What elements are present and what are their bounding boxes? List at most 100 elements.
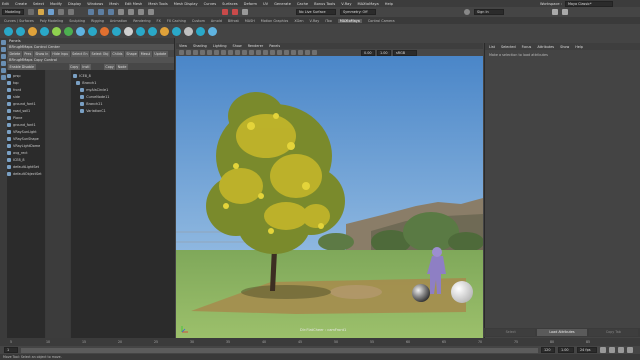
lasso-tool-icon[interactable] bbox=[1, 47, 6, 52]
rotate-tool-icon[interactable] bbox=[1, 68, 6, 73]
go-to-end-icon[interactable] bbox=[627, 347, 633, 353]
shelf-tab[interactable]: Motion Graphics bbox=[261, 19, 289, 23]
play-forward-icon[interactable] bbox=[618, 347, 624, 353]
attribute-menu-item[interactable]: List bbox=[489, 45, 495, 49]
outliner-item[interactable]: front bbox=[7, 86, 45, 93]
shelf-tab[interactable]: Sculpting bbox=[69, 19, 85, 23]
snap-grid-icon[interactable] bbox=[118, 9, 124, 15]
isolate-select-icon[interactable] bbox=[305, 50, 310, 55]
snap-curve-icon[interactable] bbox=[128, 9, 134, 15]
shelf-tool-icon[interactable] bbox=[124, 26, 133, 36]
outliner-item[interactable]: VRaySunShape bbox=[7, 135, 45, 142]
outliner-item[interactable]: avg_rect bbox=[7, 149, 45, 156]
new-scene-icon[interactable] bbox=[28, 9, 34, 15]
shelf-tool-icon[interactable] bbox=[88, 26, 97, 36]
shelf-tab[interactable]: iToo bbox=[325, 19, 332, 23]
menu-item[interactable]: Edit bbox=[2, 2, 9, 6]
attribute-menu-item[interactable]: Attributes bbox=[537, 45, 554, 49]
scale-tool-icon[interactable] bbox=[1, 75, 6, 80]
menu-item[interactable]: MAXtoMaya bbox=[358, 2, 379, 6]
select-by-hierarchy-icon[interactable] bbox=[88, 9, 94, 15]
snap-view-icon[interactable] bbox=[148, 9, 154, 15]
modeling-toolkit-icon[interactable] bbox=[552, 9, 558, 15]
mode-dropdown[interactable]: Modeling bbox=[2, 9, 24, 15]
menu-item[interactable]: Bonus Tools bbox=[314, 2, 335, 6]
shelf-tab[interactable]: FX Caching bbox=[167, 19, 186, 23]
viewport-menu-item[interactable]: Show bbox=[233, 44, 242, 48]
menu-item[interactable]: V-Ray bbox=[341, 2, 351, 6]
viewport-menu-item[interactable]: Shading bbox=[193, 44, 207, 48]
shelf-tab[interactable]: Rendering bbox=[133, 19, 150, 23]
safe-action-icon[interactable] bbox=[242, 50, 247, 55]
shelf-tab[interactable]: V-Ray bbox=[310, 19, 320, 23]
select-by-component-icon[interactable] bbox=[108, 9, 114, 15]
shelf-tab[interactable]: XGen bbox=[294, 19, 303, 23]
attribute-editor-button[interactable]: Copy Tab bbox=[588, 329, 638, 336]
outliner-item[interactable]: CurveNode11 bbox=[71, 93, 174, 100]
smooth-shade-icon[interactable] bbox=[256, 50, 261, 55]
copy-control-button[interactable]: Instl bbox=[80, 63, 91, 70]
symmetry-dropdown[interactable]: Symmetry: Off bbox=[340, 9, 376, 15]
color-space-dropdown[interactable]: sRGB gamma bbox=[393, 49, 417, 59]
render-settings-icon[interactable] bbox=[242, 9, 248, 15]
copy-control-button[interactable]: Enable Disable bbox=[8, 63, 36, 70]
viewport-menu-item[interactable]: View bbox=[179, 44, 187, 48]
shelf-tool-icon[interactable] bbox=[148, 26, 157, 36]
open-scene-icon[interactable] bbox=[38, 9, 44, 15]
shelf-tab[interactable]: Control Camera bbox=[368, 19, 395, 23]
shelf-tool-icon[interactable] bbox=[76, 26, 85, 36]
control-center-button[interactable]: Pres bbox=[22, 50, 33, 57]
control-center-button[interactable]: Mesul bbox=[139, 50, 152, 57]
shelf-tab[interactable]: FX bbox=[157, 19, 161, 23]
move-tool-icon[interactable] bbox=[1, 61, 6, 66]
control-center-button[interactable]: Show In bbox=[33, 50, 50, 57]
shelf-tool-icon[interactable] bbox=[112, 26, 121, 36]
fps-dropdown[interactable]: 24 fps bbox=[577, 347, 597, 353]
workspace-dropdown[interactable]: Maya Classic* bbox=[565, 0, 613, 7]
camera-attributes-icon[interactable] bbox=[186, 50, 191, 55]
menu-item[interactable]: Display bbox=[68, 2, 81, 6]
snap-point-icon[interactable] bbox=[138, 9, 144, 15]
textured-icon[interactable] bbox=[263, 50, 268, 55]
outliner-item[interactable]: prsp bbox=[7, 72, 45, 79]
shelf-tool-icon[interactable] bbox=[28, 26, 37, 36]
copy-control-button[interactable]: Copy bbox=[103, 63, 116, 70]
viewport-menu-item[interactable]: Renderer bbox=[248, 44, 263, 48]
exposure-field[interactable]: 0.00 bbox=[361, 49, 375, 56]
outliner-item[interactable]: top bbox=[7, 79, 45, 86]
field-chart-icon[interactable] bbox=[235, 50, 240, 55]
viewport-menu-item[interactable]: Lighting bbox=[213, 44, 227, 48]
outliner-item[interactable]: myAlsCircle1 bbox=[71, 86, 174, 93]
menu-item[interactable]: Mesh Display bbox=[174, 2, 198, 6]
outliner-item[interactable]: Plane bbox=[7, 114, 45, 121]
menu-item[interactable]: Curves bbox=[204, 2, 216, 6]
current-frame-field[interactable]: 1.00 bbox=[558, 347, 574, 353]
outliner-item[interactable]: defaultLightSet bbox=[7, 163, 45, 170]
menu-item[interactable]: Windows bbox=[87, 2, 103, 6]
image-plane-icon[interactable] bbox=[200, 50, 205, 55]
shelf-tool-icon[interactable] bbox=[64, 26, 73, 36]
sign-in-button[interactable]: Sign In bbox=[474, 9, 504, 15]
menu-item[interactable]: Edit Mesh bbox=[125, 2, 143, 6]
resolution-gate-icon[interactable] bbox=[221, 50, 226, 55]
control-center-button[interactable]: Hide Inpu bbox=[50, 50, 70, 57]
outliner-item[interactable]: side bbox=[7, 93, 45, 100]
attribute-editor-button[interactable]: Load Attributes bbox=[537, 329, 587, 336]
paint-select-icon[interactable] bbox=[1, 54, 6, 59]
outliner-item[interactable]: VariationC1 bbox=[71, 107, 174, 114]
outliner-item[interactable]: ground_font1 bbox=[7, 100, 45, 107]
gamma-field[interactable]: 1.00 bbox=[377, 49, 391, 56]
menu-item[interactable]: Modify bbox=[50, 2, 62, 6]
select-by-object-icon[interactable] bbox=[98, 9, 104, 15]
outliner-item[interactable]: defaultObjectSet bbox=[7, 170, 45, 177]
shelf-tool-icon[interactable] bbox=[40, 26, 49, 36]
grid-icon[interactable] bbox=[207, 50, 212, 55]
wireframe-icon[interactable] bbox=[249, 50, 254, 55]
control-center-button[interactable]: Select En bbox=[70, 50, 90, 57]
shelf-tool-icon[interactable] bbox=[16, 26, 25, 36]
outliner-item[interactable]: VRaySunLight bbox=[7, 128, 45, 135]
ambient-occlusion-icon[interactable] bbox=[284, 50, 289, 55]
outliner-item[interactable]: ground_font1 bbox=[7, 121, 45, 128]
play-backward-icon[interactable] bbox=[609, 347, 615, 353]
end-frame-field[interactable]: 120 bbox=[541, 347, 555, 353]
